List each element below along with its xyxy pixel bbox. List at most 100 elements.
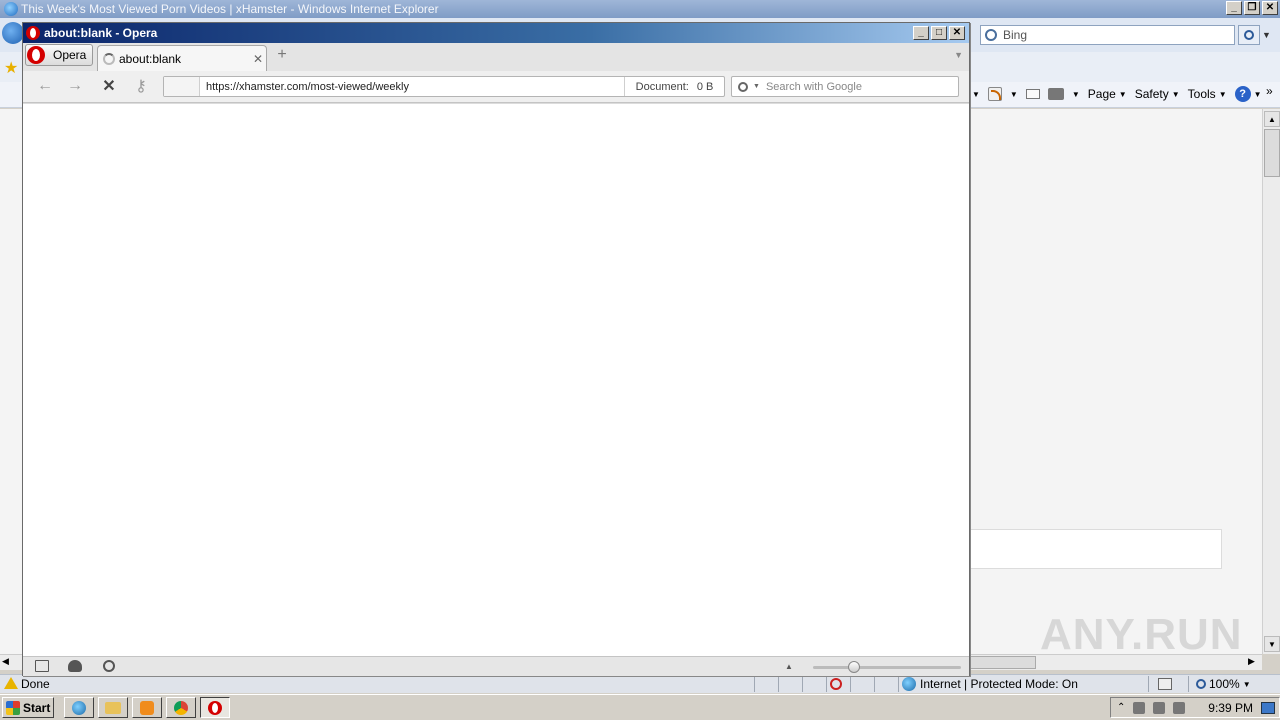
status-divider xyxy=(754,676,755,692)
volume-icon[interactable] xyxy=(1173,701,1186,714)
ie-back-button[interactable] xyxy=(2,22,24,44)
opera-titlebar[interactable]: about:blank - Opera _ □ ✕ xyxy=(23,23,969,43)
show-desktop-icon[interactable] xyxy=(1261,702,1275,714)
scroll-thumb[interactable] xyxy=(968,656,1036,669)
opera-search-field[interactable]: ▼ Search with Google xyxy=(731,76,959,97)
taskbar-opera-button[interactable] xyxy=(200,697,230,718)
security-zone-text[interactable]: Internet | Protected Mode: On xyxy=(920,677,1078,691)
ie-close-button[interactable]: ✕ xyxy=(1262,1,1278,15)
site-security-badge[interactable] xyxy=(164,77,200,96)
tools-menu-label: Tools xyxy=(1187,87,1216,101)
warning-icon[interactable] xyxy=(4,677,18,689)
scroll-thumb[interactable] xyxy=(1264,129,1280,177)
opera-unite-cloud-icon[interactable] xyxy=(68,660,82,672)
protected-mode-lock-icon[interactable] xyxy=(1158,678,1172,690)
page-menu-label: Page xyxy=(1087,87,1116,101)
status-divider xyxy=(1188,676,1189,692)
tab-list-chevron-icon[interactable]: ▼ xyxy=(954,50,963,60)
chevron-down-icon[interactable]: ▼ xyxy=(1010,90,1018,99)
taskbar-explorer-button[interactable] xyxy=(98,697,128,718)
taskbar-ie-button[interactable] xyxy=(64,697,94,718)
document-label: Document: xyxy=(635,80,689,93)
chevron-down-icon: ▼ xyxy=(1253,89,1262,99)
help-menu-button[interactable]: ? ▼ xyxy=(1234,86,1262,102)
rss-feed-icon[interactable] xyxy=(987,87,1002,101)
scroll-left-arrow-icon[interactable]: ◀ xyxy=(2,656,9,667)
page-menu-button[interactable]: Page ▼ xyxy=(1088,87,1127,101)
panel-toggle-icon[interactable] xyxy=(35,660,49,672)
address-url-field[interactable]: https://xhamster.com/most-viewed/weekly xyxy=(200,81,624,93)
new-tab-plus-icon[interactable]: + xyxy=(275,47,289,63)
stop-loading-icon[interactable]: ✕ xyxy=(99,77,119,95)
internet-explorer-icon xyxy=(72,700,86,715)
taskbar-media-player-button[interactable] xyxy=(132,697,162,718)
print-icon[interactable] xyxy=(1047,88,1064,100)
chevron-down-icon[interactable]: ▼ xyxy=(972,90,980,99)
opera-maximize-button[interactable]: □ xyxy=(931,26,947,40)
close-tab-icon[interactable]: ✕ xyxy=(250,52,266,66)
chevron-down-icon[interactable]: ▼ xyxy=(1072,90,1080,99)
scroll-up-arrow-icon[interactable]: ▲ xyxy=(1264,111,1280,127)
safety-menu-label: Safety xyxy=(1134,87,1169,101)
zoom-level-button[interactable]: 100% ▼ xyxy=(1196,677,1251,691)
document-size-indicator: Document: 0 B xyxy=(624,77,724,96)
back-arrow-icon[interactable]: ← xyxy=(35,77,55,95)
ie-minimize-button[interactable]: _ xyxy=(1226,1,1242,15)
clock[interactable]: 9:39 PM xyxy=(1208,701,1253,715)
ie-search-button[interactable] xyxy=(1238,25,1260,45)
opera-menu-button[interactable]: Opera xyxy=(25,44,93,66)
opera-window-controls: _ □ ✕ xyxy=(913,26,965,40)
document-size-value: 0 B xyxy=(696,80,714,93)
zoom-slider[interactable] xyxy=(813,666,961,669)
scroll-right-arrow-icon[interactable]: ▶ xyxy=(1248,656,1255,667)
show-hidden-icons-arrow-icon[interactable]: ⌃ xyxy=(1117,702,1125,713)
ie-restore-button[interactable]: ❐ xyxy=(1244,1,1260,15)
zoom-level-text: 100% xyxy=(1209,677,1240,691)
start-button[interactable]: Start xyxy=(2,697,54,718)
tab-about-blank[interactable]: about:blank ✕ xyxy=(97,45,267,71)
ie-search-options-chevron-icon[interactable]: ▼ xyxy=(1262,30,1271,40)
search-icon xyxy=(1244,30,1254,40)
status-divider xyxy=(778,676,779,692)
tab-title: about:blank xyxy=(119,51,182,66)
safety-menu-button[interactable]: Safety ▼ xyxy=(1135,87,1180,101)
more-commands-chevron-icon[interactable]: » xyxy=(1266,84,1273,98)
action-center-flag-icon[interactable] xyxy=(1133,701,1146,714)
ie-vertical-scrollbar[interactable]: ▲ ▼ xyxy=(1262,109,1280,654)
opera-status-bar: ▲ xyxy=(23,656,969,676)
favorites-star-icon[interactable]: ★ xyxy=(4,58,18,78)
ie-titlebar: This Week's Most Viewed Porn Videos | xH… xyxy=(0,0,1280,18)
popup-blocked-icon[interactable] xyxy=(830,678,842,690)
turbo-speedometer-icon[interactable] xyxy=(103,660,115,672)
ie-command-items: ▼ ▼ ▼ Page ▼ Safety ▼ Tools ▼ ? ▼ xyxy=(972,84,1262,104)
read-mail-icon[interactable] xyxy=(1025,89,1040,99)
folder-icon xyxy=(105,701,121,714)
taskbar: Start ⌃ 9:39 PM xyxy=(0,694,1280,720)
search-engine-chevron-icon[interactable]: ▼ xyxy=(753,83,760,90)
ie-search-box[interactable]: Bing xyxy=(980,25,1235,45)
ie-logo-icon xyxy=(4,2,18,16)
opera-window-title: about:blank - Opera xyxy=(44,26,158,40)
network-icon[interactable] xyxy=(1153,701,1166,714)
chevron-down-icon: ▼ xyxy=(1118,89,1127,99)
help-icon: ? xyxy=(1234,86,1251,102)
status-divider xyxy=(898,676,899,692)
zoom-up-arrow-icon[interactable]: ▲ xyxy=(785,662,793,671)
key-icon[interactable]: ⚷ xyxy=(131,77,151,95)
taskbar-chrome-button[interactable] xyxy=(166,697,196,718)
address-bar[interactable]: https://xhamster.com/most-viewed/weekly … xyxy=(163,76,725,97)
system-tray: ⌃ 9:39 PM xyxy=(1110,697,1280,718)
opera-close-button[interactable]: ✕ xyxy=(949,26,965,40)
forward-arrow-icon[interactable]: → xyxy=(65,77,85,95)
opera-page-content[interactable] xyxy=(23,104,969,656)
opera-minimize-button[interactable]: _ xyxy=(913,26,929,40)
search-icon xyxy=(985,29,997,41)
ie-search-placeholder: Bing xyxy=(1003,28,1028,42)
scroll-down-arrow-icon[interactable]: ▼ xyxy=(1264,636,1280,652)
tools-menu-button[interactable]: Tools ▼ xyxy=(1188,87,1227,101)
search-icon xyxy=(738,81,748,92)
ie-status-bar: Done Internet | Protected Mode: On 100% … xyxy=(0,674,1280,693)
windows-logo-icon xyxy=(6,700,20,715)
anyrun-watermark: ANY.RUN xyxy=(1040,610,1243,659)
zoom-slider-handle[interactable] xyxy=(848,661,860,673)
